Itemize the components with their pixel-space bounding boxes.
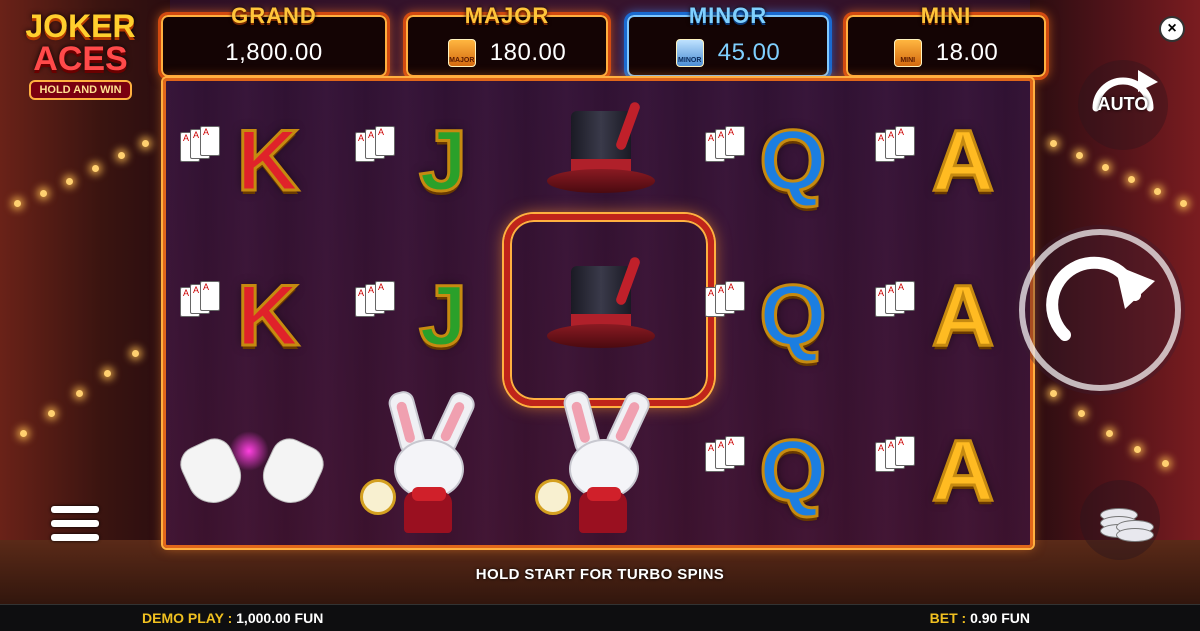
symbol-j: AAA J	[341, 86, 511, 236]
logo-aces-text: ACES	[33, 40, 128, 78]
spin-arrow-icon	[1019, 229, 1181, 391]
jackpot-major: MAJOR MAJOR 180.00	[403, 3, 611, 80]
letter-j: J	[418, 267, 469, 366]
letter-a: A	[930, 422, 995, 521]
jackpot-major-badge-icon: MAJOR	[447, 39, 476, 67]
jackpot-grand: GRAND 1,800.00	[158, 3, 390, 80]
playing-cards-icon: AAA	[705, 436, 757, 482]
symbol-a: AAA A	[861, 396, 1031, 546]
playing-cards-icon: AAA	[355, 126, 407, 172]
jackpot-minor: MINOR MINOR 45.00	[624, 3, 832, 80]
logo-hold-and-win-tag: HOLD AND WIN	[29, 80, 132, 100]
autoplay-label: AUTO	[1097, 94, 1149, 114]
letter-a: A	[930, 267, 995, 366]
bet-label: BET :	[929, 610, 967, 626]
jackpot-major-value: 180.00	[489, 39, 567, 66]
symbol-a: AAA A	[861, 241, 1031, 391]
hamburger-icon-bar	[51, 520, 99, 527]
jackpot-minor-badge-icon: MINOR	[675, 39, 704, 67]
symbol-white-gloves	[166, 396, 336, 546]
letter-q: Q	[758, 422, 828, 521]
spin-button[interactable]	[1015, 225, 1185, 395]
jackpot-grand-title: GRAND	[231, 3, 317, 28]
white-gloves-icon	[174, 421, 330, 521]
symbol-k: AAA K	[166, 86, 336, 236]
letter-k: K	[235, 112, 300, 211]
letter-a: A	[930, 112, 995, 211]
playing-cards-icon: AAA	[875, 281, 927, 327]
top-hat-icon	[541, 100, 661, 221]
jackpot-major-title: MAJOR	[464, 3, 550, 28]
hamburger-icon-bar	[51, 534, 99, 541]
playing-cards-icon: AAA	[180, 281, 232, 327]
symbol-q: AAA Q	[691, 396, 861, 546]
close-button[interactable]: ×	[1159, 16, 1185, 42]
symbol-top-hat	[516, 241, 686, 391]
jackpot-grand-value: 1,800.00	[225, 39, 323, 66]
demo-play-label: DEMO PLAY :	[142, 610, 233, 626]
demo-play-value: 1,000.00 FUN	[236, 610, 324, 626]
jackpot-mini-value: 18.00	[935, 39, 999, 66]
symbol-j: AAA J	[341, 241, 511, 391]
jackpot-mini-title: MINI	[920, 3, 972, 28]
game-logo: JOKER ACES HOLD AND WIN	[18, 10, 143, 100]
playing-cards-icon: AAA	[180, 126, 232, 172]
jackpot-mini: MINI MINI 18.00	[843, 3, 1049, 80]
jackpot-mini-badge-icon: MINI	[893, 39, 922, 67]
symbol-q: AAA Q	[691, 86, 861, 236]
symbol-white-rabbit	[341, 388, 511, 541]
letter-k: K	[235, 267, 300, 366]
symbol-q: AAA Q	[691, 241, 861, 391]
menu-button[interactable]	[48, 500, 102, 548]
jackpot-minor-title: MINOR	[688, 3, 768, 28]
white-rabbit-icon	[531, 388, 671, 541]
logo-joker-text: JOKER	[25, 8, 136, 44]
turbo-spin-hint: HOLD START FOR TURBO SPINS	[475, 566, 725, 583]
playing-cards-icon: AAA	[875, 436, 927, 482]
symbol-a: AAA A	[861, 86, 1031, 236]
playing-cards-icon: AAA	[875, 126, 927, 172]
symbol-white-rabbit	[516, 388, 686, 541]
top-hat-icon	[541, 255, 661, 376]
bet-amount: BET : 0.90 FUN	[930, 610, 1030, 626]
white-rabbit-icon	[356, 388, 496, 541]
bet-value: 0.90 FUN	[970, 610, 1030, 626]
letter-q: Q	[758, 267, 828, 366]
letter-q: Q	[758, 112, 828, 211]
playing-cards-icon: AAA	[705, 281, 757, 327]
hamburger-icon	[51, 506, 99, 513]
demo-balance: DEMO PLAY : 1,000.00 FUN	[142, 610, 323, 626]
playing-cards-icon: AAA	[705, 126, 757, 172]
letter-j: J	[418, 112, 469, 211]
reel-grid: AAA K AAA J AAA Q AAA A AAA K AAA J A A …	[163, 78, 1033, 548]
status-bar: DEMO PLAY : 1,000.00 FUN BET : 0.90 FUN	[0, 604, 1200, 631]
jackpot-minor-value: 45.00	[717, 39, 781, 66]
autoplay-button[interactable]: AUTO	[1078, 60, 1168, 150]
symbol-k: AAA K	[166, 241, 336, 391]
bet-coins-button[interactable]	[1080, 480, 1160, 560]
playing-cards-icon: AAA	[355, 281, 407, 327]
